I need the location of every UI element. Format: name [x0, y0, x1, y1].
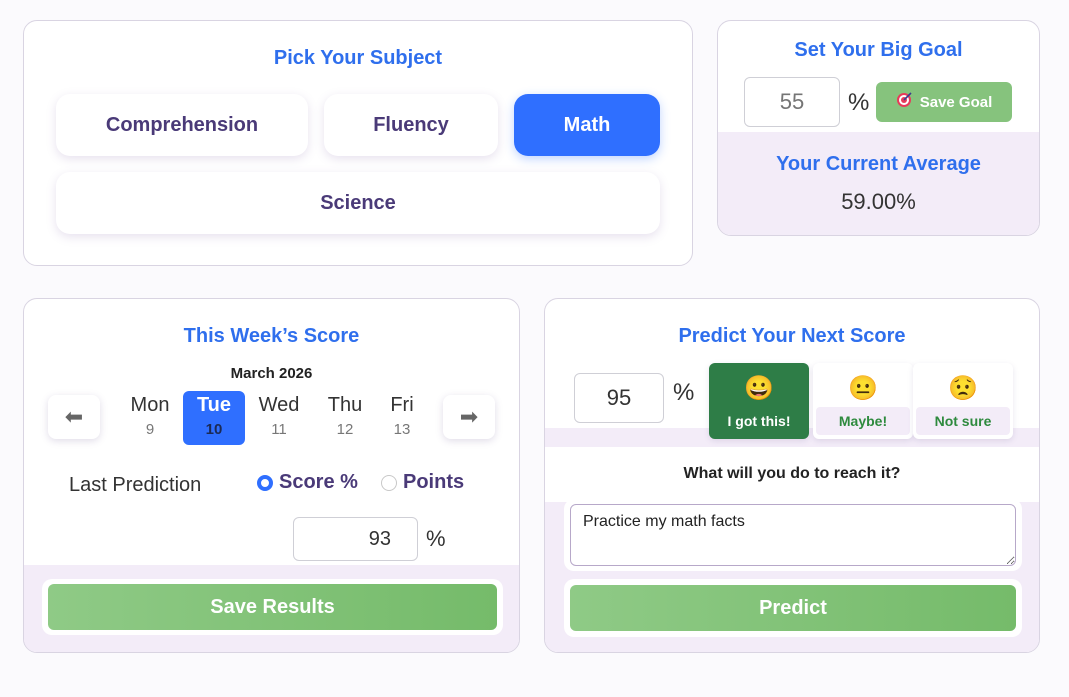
subject-comprehension-button[interactable]: Comprehension [56, 94, 308, 156]
predict-score-input[interactable] [574, 373, 664, 423]
day-number: 10 [205, 421, 223, 438]
mode-points[interactable]: Points [381, 471, 464, 494]
subject-science-button[interactable]: Science [56, 172, 660, 234]
save-goal-button[interactable]: Save Goal [876, 82, 1012, 122]
save-results-wrapper: Save Results [42, 579, 503, 635]
mode-points-label: Points [403, 471, 465, 493]
day-tue[interactable]: Tue 10 [183, 391, 245, 445]
plan-question: What will you do to reach it? [683, 465, 901, 482]
day-thu[interactable]: Thu 12 [314, 391, 376, 445]
confidence-label: Maybe! [816, 407, 910, 435]
neutral-face-icon: 😐 [848, 375, 878, 402]
subject-fluency-button[interactable]: Fluency [324, 94, 498, 156]
day-mon[interactable]: Mon 9 [119, 391, 181, 445]
subject-title: Pick Your Subject [273, 47, 443, 69]
plan-textarea[interactable]: Practice my math facts [570, 504, 1016, 566]
day-number: 11 [271, 421, 287, 438]
day-name: Wed [258, 394, 300, 416]
goal-card: Set Your Big Goal % Save Goal Your Curre… [717, 20, 1040, 236]
save-goal-label: Save Goal [919, 93, 993, 111]
day-name: Fri [390, 394, 414, 416]
predict-card: Predict Your Next Score % 😀 I got this! … [544, 298, 1040, 653]
worried-face-icon: 😟 [948, 375, 978, 402]
radio-checked-icon[interactable] [257, 474, 273, 491]
confidence-maybe-button[interactable]: 😐 Maybe! [813, 363, 913, 439]
goal-input[interactable] [744, 77, 840, 127]
confidence-label: Not sure [916, 407, 1010, 435]
day-name: Thu [327, 394, 363, 416]
average-panel [718, 132, 1039, 235]
prev-week-button[interactable]: ⬅ [48, 395, 100, 439]
target-icon [896, 92, 912, 112]
save-results-button[interactable]: Save Results [48, 584, 497, 630]
arrow-left-icon: ⬅ [64, 404, 84, 429]
day-wed[interactable]: Wed 11 [248, 391, 310, 445]
predict-button-wrapper: Predict [564, 579, 1022, 637]
predict-percent-unit: % [673, 379, 695, 406]
day-number: 9 [145, 421, 155, 438]
day-name: Mon [130, 394, 170, 416]
mode-score-percent[interactable]: Score % [257, 471, 358, 494]
average-title: Your Current Average [776, 153, 981, 175]
week-score-card: This Week’s Score March 2026 ⬅ Mon 9 Tue… [23, 298, 520, 653]
radio-unchecked-icon[interactable] [381, 474, 397, 491]
last-prediction-label: Last Prediction [69, 474, 202, 496]
arrow-right-icon: ➡ [459, 404, 479, 429]
plan-wrapper: Practice my math facts [564, 499, 1022, 571]
day-number: 13 [393, 421, 411, 438]
goal-title: Set Your Big Goal [794, 39, 963, 61]
predict-button[interactable]: Predict [570, 585, 1016, 631]
average-value: 59.00% [841, 189, 916, 214]
last-prediction-unit: % [426, 526, 446, 551]
day-number: 12 [336, 421, 354, 438]
confidence-got-this-button[interactable]: 😀 I got this! [709, 363, 809, 439]
week-title: This Week’s Score [183, 325, 360, 347]
confidence-not-sure-button[interactable]: 😟 Not sure [913, 363, 1013, 439]
month-label: March 2026 [230, 365, 313, 382]
next-week-button[interactable]: ➡ [443, 395, 495, 439]
subject-math-button[interactable]: Math [514, 94, 660, 156]
predict-title: Predict Your Next Score [678, 325, 906, 347]
subject-card: Pick Your Subject Comprehension Fluency … [23, 20, 693, 266]
confidence-label: I got this! [727, 413, 791, 429]
mode-score-label: Score % [279, 471, 358, 493]
last-prediction-input[interactable] [293, 517, 418, 561]
grinning-face-icon: 😀 [744, 375, 774, 402]
day-fri[interactable]: Fri 13 [371, 391, 433, 445]
goal-percent-unit: % [848, 89, 870, 116]
day-name: Tue [196, 394, 232, 416]
